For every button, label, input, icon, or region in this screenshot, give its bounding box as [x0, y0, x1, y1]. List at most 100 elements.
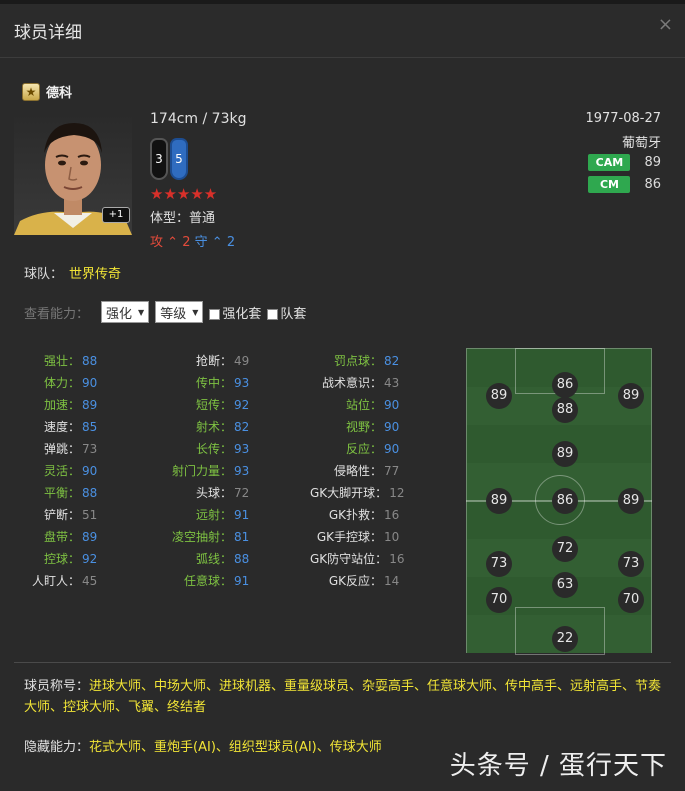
attribute-value: 51 — [82, 508, 98, 522]
attribute-value: 92 — [82, 552, 98, 566]
left-foot-rating: 3 — [150, 138, 168, 180]
attribute-value: 16 — [389, 552, 405, 566]
attribute-row: GK防守站位： 16 — [310, 548, 410, 570]
attribute-row: 速度： 85 — [24, 416, 108, 438]
attribute-value: 90 — [82, 464, 98, 478]
pitch-rating-cb: 63 — [552, 572, 578, 598]
attribute-value: 90 — [82, 376, 98, 390]
team-label: 球队： — [24, 267, 64, 282]
attribute-name: 视野 — [345, 420, 370, 434]
defense-value: 2 — [226, 235, 236, 250]
chevron-down-icon: ▼ — [138, 307, 145, 317]
close-icon[interactable]: × — [658, 14, 673, 35]
attribute-colon: ： — [219, 530, 232, 544]
attribute-value: 90 — [384, 420, 400, 434]
attribute-colon: ： — [369, 376, 382, 390]
team-set-checkbox-group[interactable]: 队套 — [267, 303, 306, 322]
attribute-value: 10 — [384, 530, 400, 544]
attribute-row: 人盯人： 45 — [24, 570, 108, 592]
attribute-name: 传中 — [195, 376, 220, 390]
enhance-set-checkbox[interactable] — [209, 308, 221, 320]
birthdate: 1977-08-27 — [585, 111, 661, 126]
attribute-colon: ： — [375, 486, 388, 500]
attribute-colon: ： — [369, 574, 382, 588]
player-name-row: ★ 德科 — [22, 82, 72, 101]
attribute-colon: ： — [219, 574, 232, 588]
team-row: 球队： 世界传奇 — [24, 263, 121, 282]
attribute-row: GK手控球： 10 — [310, 526, 410, 548]
attribute-value: 43 — [384, 376, 400, 390]
attribute-row: GK扑救： 16 — [310, 504, 410, 526]
dialog-title: 球员详细 — [14, 23, 82, 43]
attack-arrow-icon: ⌃ — [167, 235, 179, 250]
attribute-row: 铲断： 51 — [24, 504, 108, 526]
attribute-column-2: 抢断： 49 传中： 93 短传： 92 射术： 82 长传： 93 射门力量： 93 头球： 72 远射：… — [170, 350, 260, 592]
attribute-name: 凌空抽射 — [171, 530, 220, 544]
body-type: 体型：普通 — [150, 211, 216, 226]
attribute-colon: ： — [219, 442, 232, 456]
attribute-colon: ： — [67, 486, 80, 500]
pitch-rating-cdm: 72 — [552, 536, 578, 562]
attribute-row: 射门力量： 93 — [170, 460, 260, 482]
attribute-row: GK大脚开球： 12 — [310, 482, 410, 504]
attribute-colon: ： — [369, 442, 382, 456]
right-foot-rating: 5 — [170, 138, 188, 180]
dialog-header: 球员详细 × — [0, 4, 685, 58]
attribute-colon: ： — [67, 464, 80, 478]
legend-star-icon: ★ — [22, 82, 40, 101]
attribute-name: 平衡 — [43, 486, 68, 500]
level-select[interactable]: 等级 ▼ — [155, 301, 204, 323]
attribute-row: 战术意识： 43 — [310, 372, 410, 394]
enhance-set-checkbox-group[interactable]: 强化套 — [209, 303, 261, 322]
attribute-colon: ： — [219, 552, 232, 566]
position-rating: 86 — [644, 177, 661, 192]
attribute-name: 短传 — [195, 398, 220, 412]
attribute-name: 速度 — [43, 420, 68, 434]
attribute-value: 88 — [82, 354, 98, 368]
pitch-rating-lw: 89 — [486, 383, 512, 409]
pitch-rating-cm: 86 — [552, 488, 578, 514]
enhance-select-value: 强化 — [106, 306, 133, 322]
attribute-name: 铲断 — [43, 508, 68, 522]
attribute-value: 90 — [384, 442, 400, 456]
traits-label: 球员称号： — [24, 679, 90, 694]
pitch-rating-gk: 22 — [552, 626, 578, 652]
attribute-name: GK大脚开球 — [310, 486, 376, 500]
attribute-value: 82 — [384, 354, 400, 368]
attribute-row: 控球： 92 — [24, 548, 108, 570]
attribute-value: 88 — [82, 486, 98, 500]
attribute-colon: ： — [67, 574, 80, 588]
position-row-cam: CAM 89 — [588, 154, 661, 171]
attribute-name: 人盯人 — [31, 574, 68, 588]
attribute-row: 灵活： 90 — [24, 460, 108, 482]
pitch-rating-lwb: 73 — [486, 551, 512, 577]
pitch-rating-st: 86 — [552, 372, 578, 398]
attribute-colon: ： — [219, 398, 232, 412]
attribute-row: 弹跳： 73 — [24, 438, 108, 460]
attack-value: 2 — [182, 235, 191, 250]
height-weight: 174cm / 73kg — [150, 111, 247, 127]
attribute-value: 93 — [234, 376, 250, 390]
attribute-row: 头球： 72 — [170, 482, 260, 504]
ability-filter: 查看能力： 强化 ▼ 等级 ▼ 强化套 队套 — [24, 301, 306, 323]
pitch-rating-rw: 89 — [618, 383, 644, 409]
chevron-down-icon: ▼ — [192, 307, 199, 317]
attribute-colon: ： — [369, 464, 382, 478]
attribute-colon: ： — [67, 420, 80, 434]
attribute-colon: ： — [67, 442, 80, 456]
attribute-colon: ： — [67, 398, 80, 412]
attribute-row: 加速： 89 — [24, 394, 108, 416]
attribute-value: 93 — [234, 464, 250, 478]
pitch-rating-lb: 70 — [486, 587, 512, 613]
attack-label: 攻 — [150, 235, 164, 250]
attribute-column-3: 罚点球： 82 战术意识： 43 站位： 90 视野： 90 反应： 90 侵略性： 77 GK大脚开球… — [310, 350, 410, 592]
enhance-select[interactable]: 强化 ▼ — [101, 301, 150, 323]
attribute-name: 弧线 — [195, 552, 220, 566]
team-set-checkbox[interactable] — [267, 308, 279, 320]
attribute-value: 89 — [82, 530, 98, 544]
attribute-row: 传中： 93 — [170, 372, 260, 394]
hidden-label: 隐藏能力： — [24, 740, 90, 755]
attribute-row: 远射： 91 — [170, 504, 260, 526]
attribute-name: GK防守站位 — [310, 552, 376, 566]
attribute-row: 任意球： 91 — [170, 570, 260, 592]
